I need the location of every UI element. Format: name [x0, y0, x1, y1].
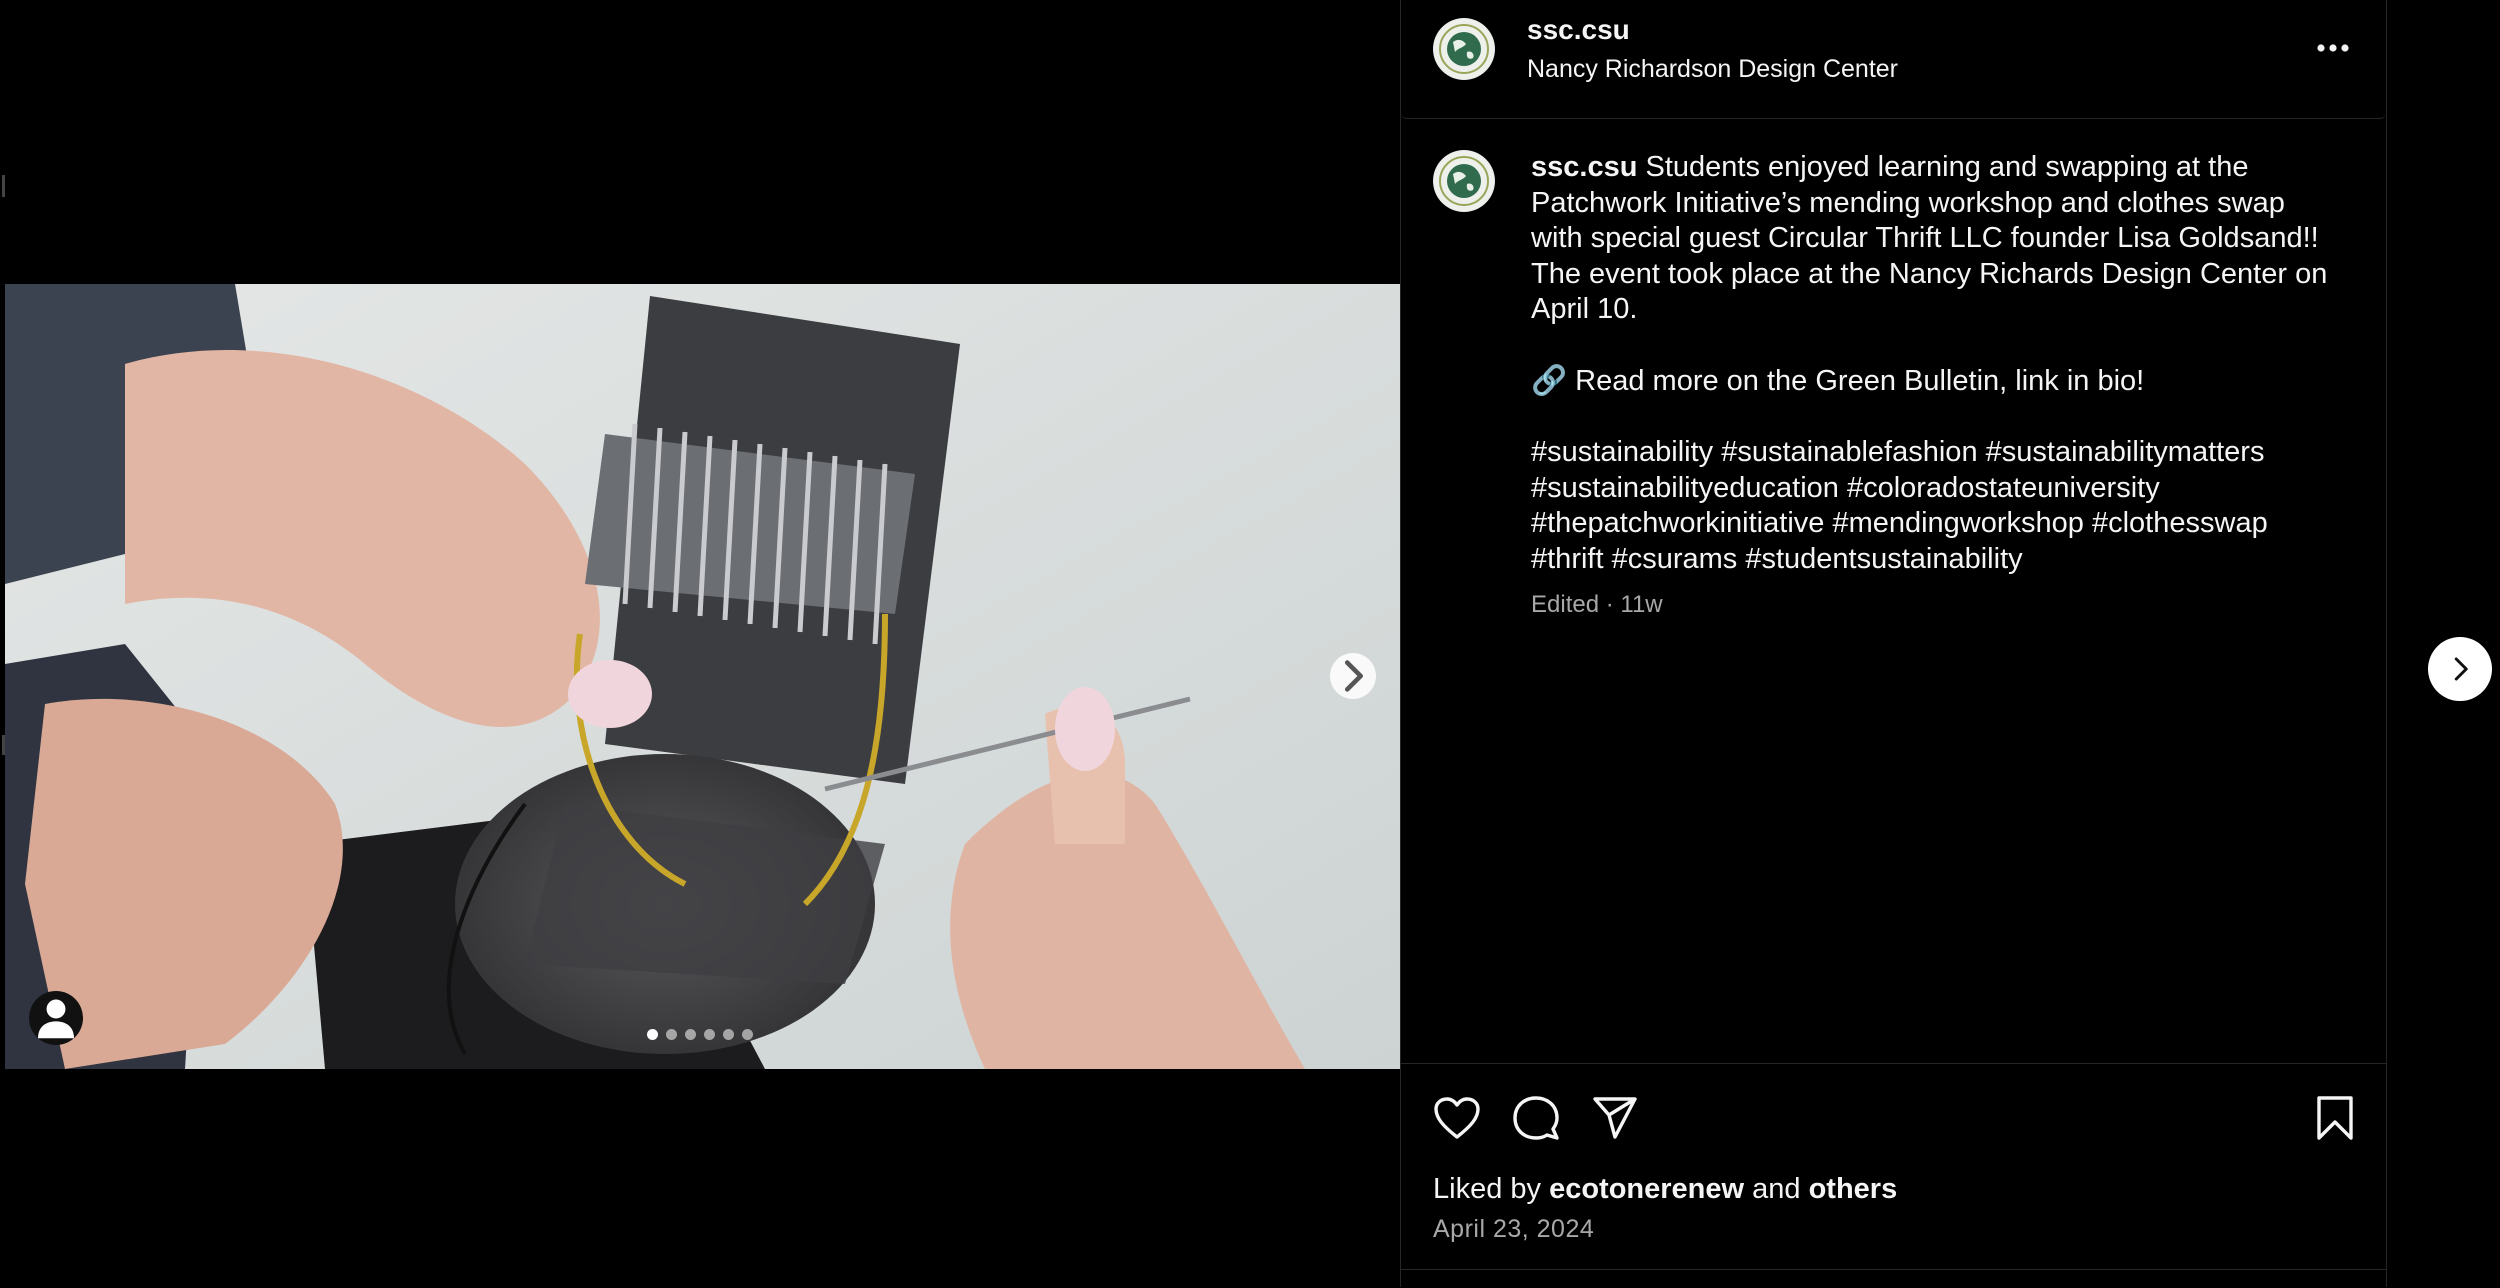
likes-summary: Liked by ecotonerenew and others [1433, 1173, 1897, 1206]
carousel-dot [742, 1029, 753, 1040]
heart-icon [1434, 1097, 1480, 1139]
carousel-dot [647, 1029, 658, 1040]
next-post-button[interactable] [2428, 637, 2492, 701]
globe-logo-icon [1434, 19, 1494, 79]
avatar[interactable] [1433, 18, 1495, 80]
chevron-right-icon [1344, 660, 1363, 692]
liked-by-others[interactable]: others [1809, 1173, 1898, 1205]
like-button[interactable] [1431, 1092, 1483, 1144]
post-caption: ssc.csu Students enjoyed learning and sw… [1531, 150, 2331, 623]
carousel-dot [723, 1029, 734, 1040]
send-icon [1593, 1097, 1637, 1139]
caption-text: Students enjoyed learning and swapping a… [1531, 151, 2328, 325]
more-options-icon [2317, 44, 2349, 52]
actions-bar: Liked by ecotonerenew and others April 2… [1401, 1063, 2386, 1288]
post-date[interactable]: April 23, 2024 [1433, 1215, 1594, 1244]
carousel-next-button[interactable] [1330, 653, 1376, 699]
post-username[interactable]: ssc.csu [1527, 14, 1630, 46]
tagged-users-button[interactable] [29, 991, 83, 1045]
bookmark-icon [2317, 1096, 2353, 1140]
post-location[interactable]: Nancy Richardson Design Center [1527, 55, 1898, 84]
more-options-button[interactable] [2313, 30, 2353, 66]
caption-meta: Edited · 11w [1531, 591, 1663, 618]
post-header: ssc.csu Nancy Richardson Design Center [1401, 0, 2386, 119]
divider [1401, 1269, 2386, 1270]
avatar[interactable] [1433, 150, 1495, 212]
likes-prefix: Liked by [1433, 1173, 1542, 1205]
caption-username[interactable]: ssc.csu [1531, 151, 1637, 183]
caption-hashtags[interactable]: #sustainability #sustainablefashion #sus… [1531, 435, 2331, 577]
post-panel: ssc.csu Nancy Richardson Design Center s… [1400, 0, 2387, 1287]
carousel-indicator [647, 1029, 753, 1040]
save-button[interactable] [2309, 1092, 2361, 1144]
comment-icon [1513, 1096, 1559, 1140]
media-viewer [0, 0, 1400, 1287]
liked-by-user[interactable]: ecotonerenew [1549, 1173, 1744, 1205]
user-tag-icon [38, 999, 74, 1039]
caption-section: ssc.csu Students enjoyed learning and sw… [1401, 120, 2386, 1062]
caption-link-text: 🔗 Read more on the Green Bulletin, link … [1531, 364, 2145, 397]
photo-illustration [5, 284, 1400, 1069]
carousel-dot [685, 1029, 696, 1040]
comment-button[interactable] [1510, 1092, 1562, 1144]
chevron-right-icon [2454, 657, 2468, 681]
carousel-dot [704, 1029, 715, 1040]
globe-logo-icon [1434, 151, 1494, 211]
likes-and: and [1752, 1173, 1801, 1205]
carousel-dot [666, 1029, 677, 1040]
share-button[interactable] [1589, 1092, 1641, 1144]
post-photo[interactable] [5, 284, 1400, 1069]
edge-marker [2, 175, 5, 197]
